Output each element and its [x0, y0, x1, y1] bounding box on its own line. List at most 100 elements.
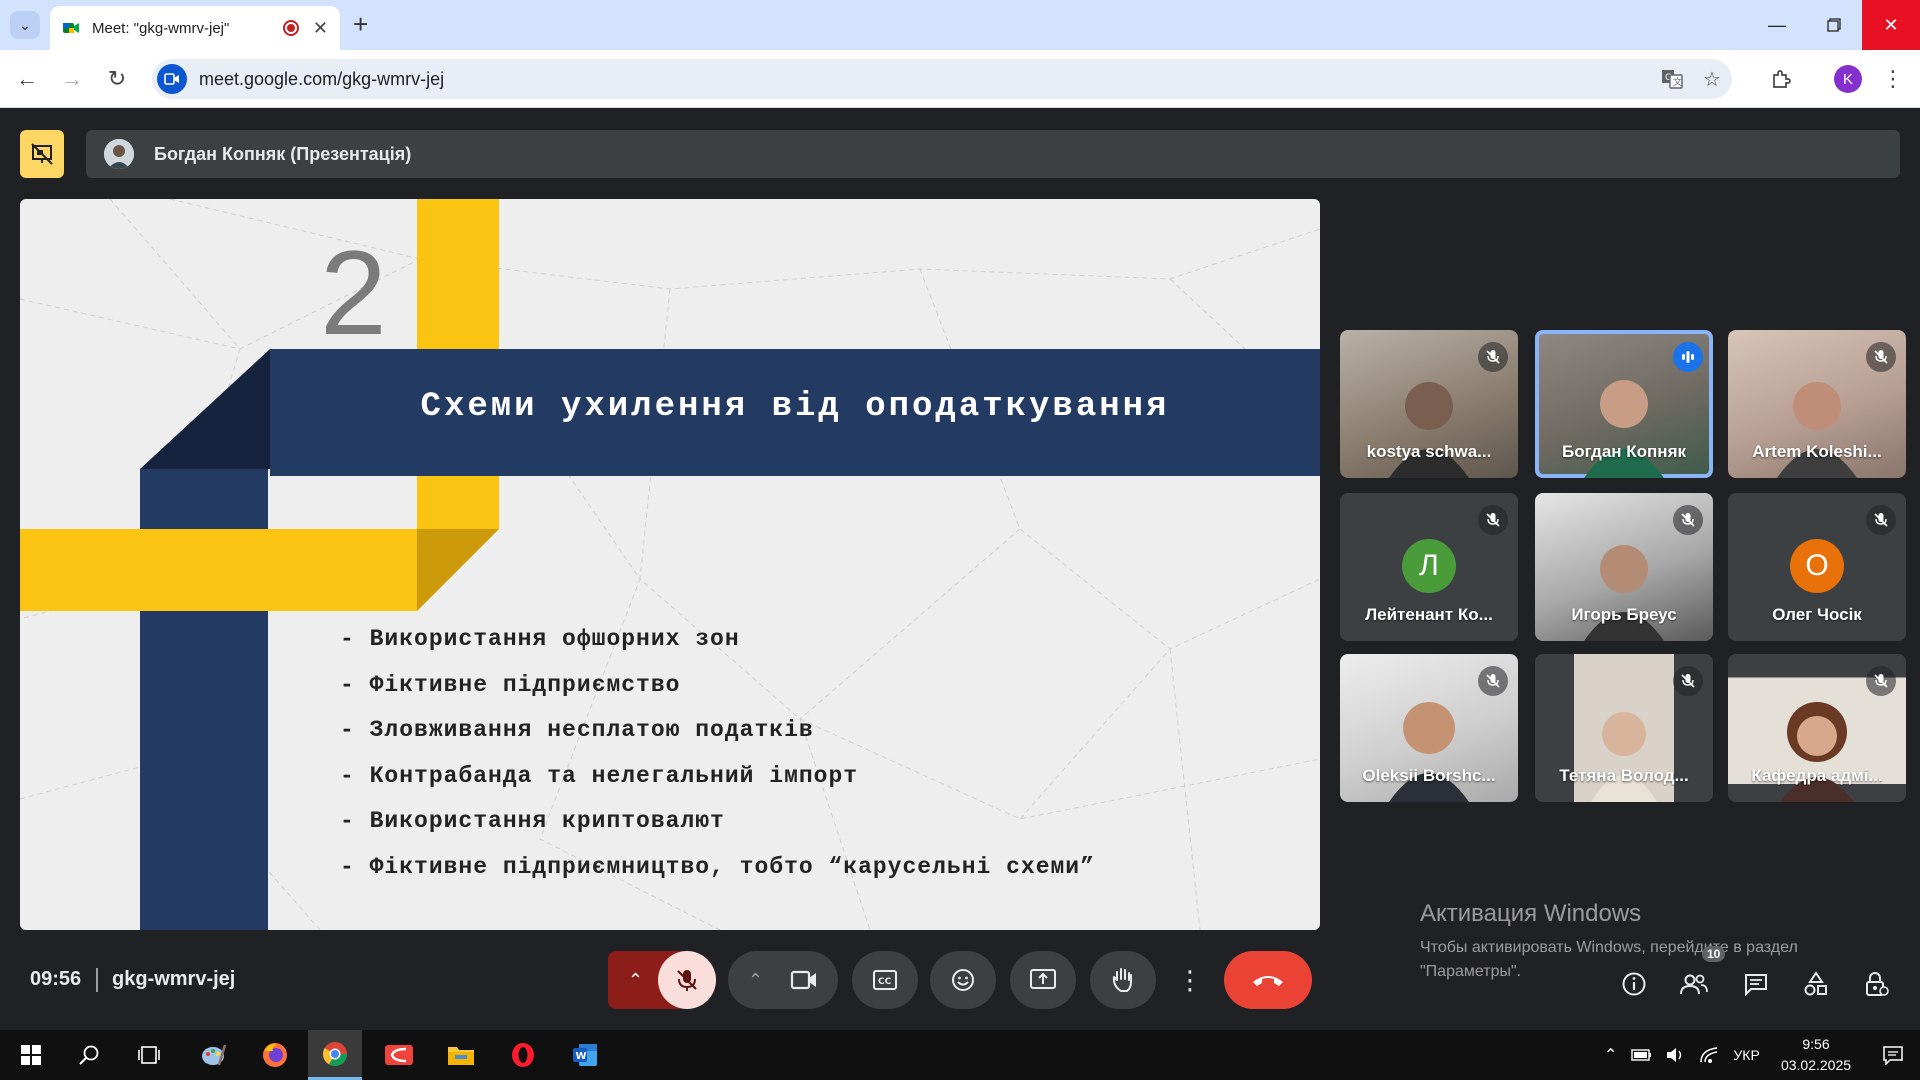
taskbar-clock[interactable]: 9:56 03.02.2025	[1776, 1034, 1856, 1076]
search-button[interactable]	[62, 1030, 116, 1080]
close-tab-icon[interactable]: ✕	[313, 18, 328, 39]
leave-call-button[interactable]	[1224, 951, 1312, 1009]
translate-icon[interactable]: G文	[1652, 69, 1692, 89]
reload-button[interactable]: ↻	[102, 64, 132, 94]
paint-app-icon	[202, 1044, 227, 1066]
people-button[interactable]	[1674, 964, 1714, 1004]
taskbar-date: 03.02.2025	[1780, 1057, 1852, 1073]
participant-tile[interactable]: Игорь Бреус	[1535, 493, 1713, 641]
people-icon	[1680, 974, 1708, 995]
forward-button[interactable]: →	[57, 64, 87, 94]
participant-tile[interactable]: kostya schwa...	[1340, 330, 1518, 478]
mic-off-icon	[1478, 342, 1508, 372]
taskbar-app-anydesk[interactable]	[372, 1030, 426, 1080]
slide-bullet: - Використання офшорних зон	[340, 626, 740, 652]
taskbar-app-word[interactable]: W	[558, 1030, 612, 1080]
folder-icon	[448, 1047, 474, 1065]
presentation-slide: 2 Схеми ухилення від оподаткування - Вик…	[20, 199, 1320, 930]
browser-toolbar: ← → ↻ meet.google.com/gkg-wmrv-jej G文 ☆ …	[0, 50, 1920, 108]
taskbar-app-paint[interactable]	[186, 1030, 240, 1080]
participant-tile[interactable]: Тетяна Волод...	[1535, 654, 1713, 802]
participant-tile[interactable]: Л Лейтенант Ко...	[1340, 493, 1518, 641]
camera-toggle-button[interactable]: ⌃	[728, 951, 838, 1009]
notifications-button[interactable]	[1866, 1030, 1920, 1080]
address-bar[interactable]: meet.google.com/gkg-wmrv-jej G文 ☆	[152, 59, 1732, 99]
slide-bullet: - Зловживання несплатою податків	[340, 717, 814, 744]
chat-button[interactable]	[1736, 964, 1776, 1004]
camera-icon	[790, 970, 816, 990]
participant-name: Лейтенант Ко...	[1365, 605, 1493, 624]
tab-search-button[interactable]: ⌄	[10, 11, 40, 39]
svg-text:文: 文	[1673, 76, 1682, 88]
participant-initial-avatar: Л	[1402, 539, 1456, 593]
chevron-up-icon: ⌃	[628, 969, 644, 990]
url-text[interactable]: meet.google.com/gkg-wmrv-jej	[199, 69, 1652, 90]
meet-stage: Богдан Копняк (Презентація) 2 Схеми ухил…	[0, 108, 1920, 1030]
participant-tile[interactable]: Oleksii Borshc...	[1340, 654, 1518, 802]
slide-bullet: - Використання криптовалют	[340, 808, 725, 835]
lock-person-icon	[1866, 972, 1889, 996]
opera-icon	[512, 1043, 534, 1067]
mic-off-icon	[1866, 342, 1896, 372]
participant-name: Кафедра адмі...	[1751, 766, 1883, 785]
new-tab-button[interactable]: +	[353, 10, 368, 38]
slide-bullet: - Контрабанда та нелегальний імпорт	[340, 762, 859, 789]
close-window-button[interactable]: ✕	[1862, 0, 1920, 50]
battery-icon[interactable]	[1631, 1048, 1653, 1062]
anydesk-icon	[385, 1045, 413, 1065]
svg-text:CC: CC	[878, 977, 892, 987]
activities-button[interactable]	[1796, 964, 1836, 1004]
svg-text:W: W	[576, 1051, 587, 1062]
mic-off-icon	[1866, 505, 1896, 535]
slide-title: Схеми ухилення від оподаткування	[420, 388, 1170, 426]
participant-name: Игорь Бреус	[1571, 605, 1677, 624]
taskbar-app-opera[interactable]	[496, 1030, 550, 1080]
network-icon[interactable]	[1699, 1046, 1719, 1064]
input-language[interactable]: УКР	[1733, 1047, 1759, 1063]
start-button[interactable]	[4, 1030, 58, 1080]
bookmark-star-icon[interactable]: ☆	[1692, 67, 1732, 92]
taskbar-app-chrome[interactable]	[308, 1030, 362, 1080]
windows-logo-icon	[21, 1045, 41, 1065]
slide-bullet-list: - Використання офшорних зон - Фіктивне п…	[340, 617, 1095, 891]
restore-button[interactable]	[1805, 0, 1863, 50]
restore-icon	[1827, 18, 1841, 32]
tab-title: Meet: "gkg-wmrv-jej"	[92, 19, 230, 37]
reactions-button[interactable]	[930, 951, 996, 1009]
slide-bullet: - Фіктивне підприємництво, тобто “карусе…	[340, 853, 1095, 880]
captions-button[interactable]: CC	[852, 951, 918, 1009]
stop-presenting-button[interactable]	[20, 130, 64, 178]
show-hidden-icons-icon[interactable]: ⌃	[1604, 1045, 1617, 1065]
taskbar-app-file-explorer[interactable]	[434, 1030, 488, 1080]
chevron-down-icon: ⌄	[19, 16, 31, 33]
minimize-button[interactable]: —	[1748, 0, 1806, 50]
back-button[interactable]: ←	[12, 64, 42, 94]
slide-number: 2	[320, 226, 387, 360]
microphone-toggle-button[interactable]	[658, 951, 716, 1009]
bottom-divider	[96, 968, 98, 992]
site-info-icon[interactable]	[157, 64, 187, 94]
search-icon	[79, 1045, 99, 1065]
participant-name: Олег Чосік	[1772, 605, 1862, 624]
taskbar-app-firefox[interactable]	[248, 1030, 302, 1080]
more-options-button[interactable]: ⋮	[1170, 951, 1210, 1009]
participant-tile[interactable]: Богдан Копняк	[1535, 330, 1713, 478]
browser-tab-meet[interactable]: Meet: "gkg-wmrv-jej" ✕	[50, 6, 340, 50]
volume-icon[interactable]	[1665, 1046, 1685, 1064]
host-controls-button[interactable]	[1856, 964, 1896, 1004]
participant-tile[interactable]: Artem Koleshi...	[1728, 330, 1906, 478]
presenter-name: Богдан Копняк (Презентація)	[154, 143, 412, 164]
task-view-button[interactable]	[122, 1030, 176, 1080]
participant-tile[interactable]: О Олег Чосік	[1728, 493, 1906, 641]
participant-tile[interactable]: Кафедра адмі...	[1728, 654, 1906, 802]
browser-tab-bar: ⌄ Meet: "gkg-wmrv-jej" ✕ + — ✕	[0, 0, 1920, 50]
windows-taskbar: W ⌃ УКР 9:56 03.02.2025	[0, 1030, 1920, 1080]
meeting-details-button[interactable]	[1614, 964, 1654, 1004]
raise-hand-button[interactable]	[1090, 951, 1156, 1009]
chrome-icon	[322, 1041, 347, 1066]
profile-avatar[interactable]: K	[1834, 65, 1862, 93]
extensions-icon[interactable]	[1766, 64, 1796, 94]
present-screen-button[interactable]	[1010, 951, 1076, 1009]
taskbar-time: 9:56	[1802, 1036, 1830, 1052]
browser-menu-icon[interactable]: ⋮	[1878, 64, 1908, 94]
